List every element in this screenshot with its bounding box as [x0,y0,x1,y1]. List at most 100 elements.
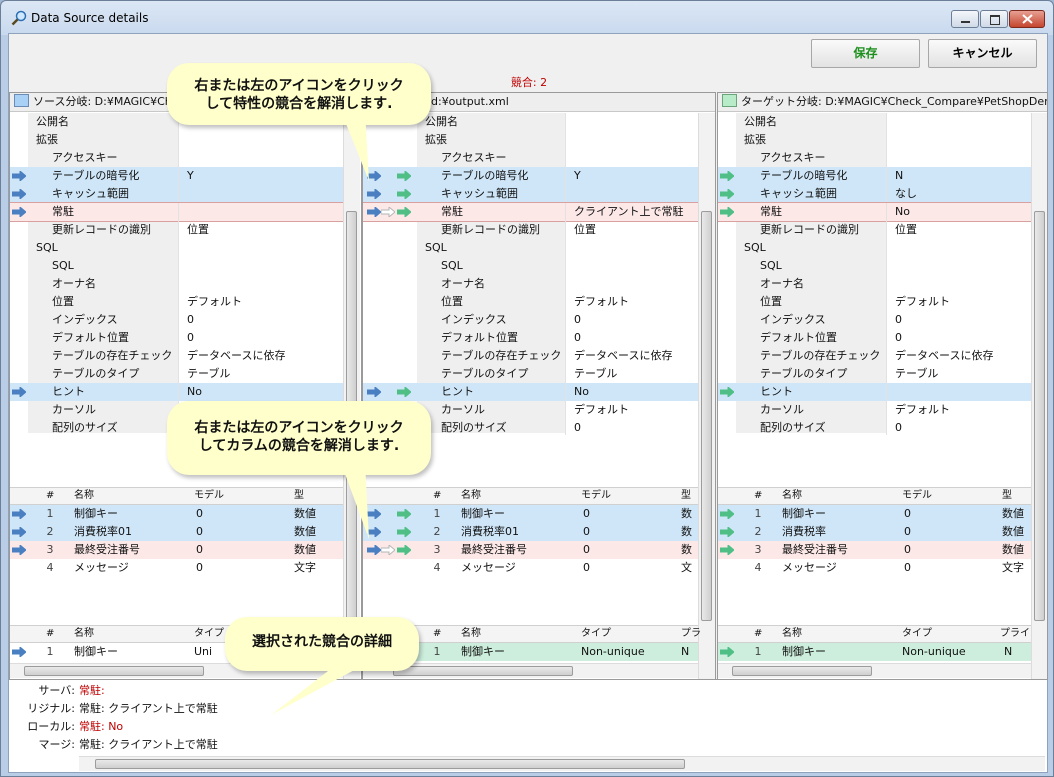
src-hscroll-thumb[interactable] [24,666,204,676]
apply-right-arrow-icon[interactable] [11,507,27,521]
property-row[interactable]: オーナ名 [363,275,698,293]
apply-right-arrow-icon-wrap[interactable] [11,525,27,539]
cancel-button[interactable]: キャンセル [928,39,1037,68]
apply-left-arrow-icon-wrap[interactable] [719,385,735,399]
take-source-arrow-icon[interactable] [366,187,382,201]
property-row[interactable]: 拡張 [363,131,698,149]
property-row[interactable]: インデックス 0 [363,311,698,329]
apply-right-arrow-icon[interactable] [11,187,27,201]
property-row[interactable]: 常駐 クライアント上で常駐 [363,202,698,222]
take-target-arrow-icon[interactable] [396,507,412,521]
apply-right-arrow-icon-wrap[interactable] [11,169,27,183]
apply-left-arrow-icon[interactable] [719,507,735,521]
apply-left-arrow-icon-wrap[interactable] [719,507,735,521]
apply-left-arrow-icon-wrap[interactable] [719,543,735,557]
property-row[interactable]: SQL [718,239,1031,257]
property-row[interactable]: インデックス 0 [10,311,343,329]
take-source-arrow-icon[interactable] [366,385,382,399]
table-row[interactable]: 2 消費税率01 0 数値 [10,523,343,541]
source-vertical-scrollbar[interactable] [343,113,360,679]
merge-vertical-scrollbar[interactable] [698,113,715,679]
property-row[interactable]: ヒント No [363,383,698,401]
table-row[interactable]: 1 制御キー 0 数値 [10,505,343,523]
apply-right-arrow-icon[interactable] [11,645,27,659]
property-row[interactable]: テーブルの存在チェック データベースに依存 [10,347,343,365]
apply-left-arrow-icon[interactable] [719,525,735,539]
property-row[interactable]: アクセスキー [363,149,698,167]
property-row[interactable]: SQL [718,257,1031,275]
target-scroll-thumb[interactable] [1034,211,1045,621]
apply-right-arrow-icon-wrap[interactable] [11,507,27,521]
table-row[interactable]: 4 メッセージ 0 文 [363,559,698,577]
close-button[interactable] [1009,10,1045,28]
property-row[interactable]: カーソル デフォルト [718,401,1031,419]
apply-left-arrow-icon[interactable] [719,645,735,659]
merge-properties-grid[interactable]: 公開名 拡張 アクセスキー テーブルの暗号化 Y キャッシュ範囲 常駐 クライアント上で常駐更… [363,113,698,435]
property-row[interactable]: 公開名 [718,113,1031,131]
undo-arrow-icon[interactable] [380,205,396,219]
property-row[interactable]: 更新レコードの識別 位置 [10,221,343,239]
undo-arrow-icon[interactable] [380,543,396,557]
property-row[interactable]: キャッシュ範囲 なし [718,185,1031,203]
property-row[interactable]: オーナ名 [10,275,343,293]
property-row[interactable]: 配列のサイズ 0 [718,419,1031,435]
title-bar[interactable]: Data Source details [1,1,1053,33]
apply-left-arrow-icon[interactable] [719,205,735,219]
take-source-arrow-icon-wrap[interactable] [366,187,382,201]
take-target-arrow-icon-wrap[interactable] [396,205,412,219]
apply-right-arrow-icon-wrap[interactable] [11,187,27,201]
property-row[interactable]: 更新レコードの識別 位置 [363,221,698,239]
apply-left-arrow-icon[interactable] [719,385,735,399]
apply-right-arrow-icon[interactable] [11,525,27,539]
mrg-horizontal-scrollbar[interactable] [363,663,698,678]
take-target-arrow-icon[interactable] [396,169,412,183]
take-target-arrow-icon[interactable] [396,385,412,399]
property-row[interactable]: SQL [10,257,343,275]
maximize-button[interactable] [980,10,1008,28]
apply-right-arrow-icon-wrap[interactable] [11,205,27,219]
property-row[interactable]: テーブルのタイプ テーブル [718,365,1031,383]
property-row[interactable]: キャッシュ範囲 [363,185,698,203]
take-target-arrow-icon[interactable] [396,543,412,557]
mrg-hscroll-thumb[interactable] [393,666,573,676]
take-target-arrow-icon[interactable] [396,205,412,219]
take-source-arrow-icon[interactable] [366,543,382,557]
property-row[interactable]: キャッシュ範囲 [10,185,343,203]
source-properties-grid[interactable]: 公開名 拡張 アクセスキー テーブルの暗号化 Y キャッシュ範囲 常駐 更新レコードの識別 位置… [10,113,343,435]
property-row[interactable]: アクセスキー [10,149,343,167]
property-row[interactable]: テーブルの存在チェック データベースに依存 [718,347,1031,365]
minimize-button[interactable] [951,10,979,28]
table-row[interactable]: 1 制御キー 0 数値 [718,505,1031,523]
property-row[interactable]: SQL [10,239,343,257]
details-scroll-thumb[interactable] [95,759,685,769]
property-row[interactable]: デフォルト位置 0 [363,329,698,347]
table-row[interactable]: 2 消費税率 0 数値 [718,523,1031,541]
table-row[interactable]: 4 メッセージ 0 文字 [10,559,343,577]
property-row[interactable]: テーブルの存在チェック データベースに依存 [363,347,698,365]
property-row[interactable]: SQL [363,239,698,257]
index-row[interactable]: 1 制御キー Non-unique N [718,643,1031,661]
apply-left-arrow-icon[interactable] [719,187,735,201]
take-target-arrow-icon-wrap[interactable] [396,169,412,183]
take-source-arrow-icon-wrap[interactable] [366,543,382,557]
target-pane[interactable]: ターゲット分岐: D:¥MAGIC¥Check_Compare¥PetShopD… [717,92,1048,680]
property-row[interactable]: 常駐 No [718,202,1031,222]
apply-left-arrow-icon[interactable] [719,169,735,183]
apply-left-arrow-icon-wrap[interactable] [719,525,735,539]
table-row[interactable]: 4 メッセージ 0 文字 [718,559,1031,577]
property-row[interactable]: テーブルのタイプ テーブル [10,365,343,383]
take-target-arrow-icon[interactable] [396,525,412,539]
property-row[interactable]: テーブルの暗号化 Y [10,167,343,185]
property-row[interactable]: 拡張 [718,131,1031,149]
take-target-arrow-icon-wrap[interactable] [396,525,412,539]
table-row[interactable]: 3 最終受注番号 0 数 [363,541,698,559]
take-target-arrow-icon-wrap[interactable] [396,187,412,201]
property-row[interactable]: 更新レコードの識別 位置 [718,221,1031,239]
apply-right-arrow-icon[interactable] [11,205,27,219]
property-row[interactable]: テーブルのタイプ テーブル [363,365,698,383]
apply-right-arrow-icon-wrap[interactable] [11,385,27,399]
apply-right-arrow-icon-wrap[interactable] [11,543,27,557]
apply-right-arrow-icon[interactable] [11,169,27,183]
take-target-arrow-icon-wrap[interactable] [396,507,412,521]
take-target-arrow-icon-wrap[interactable] [396,385,412,399]
